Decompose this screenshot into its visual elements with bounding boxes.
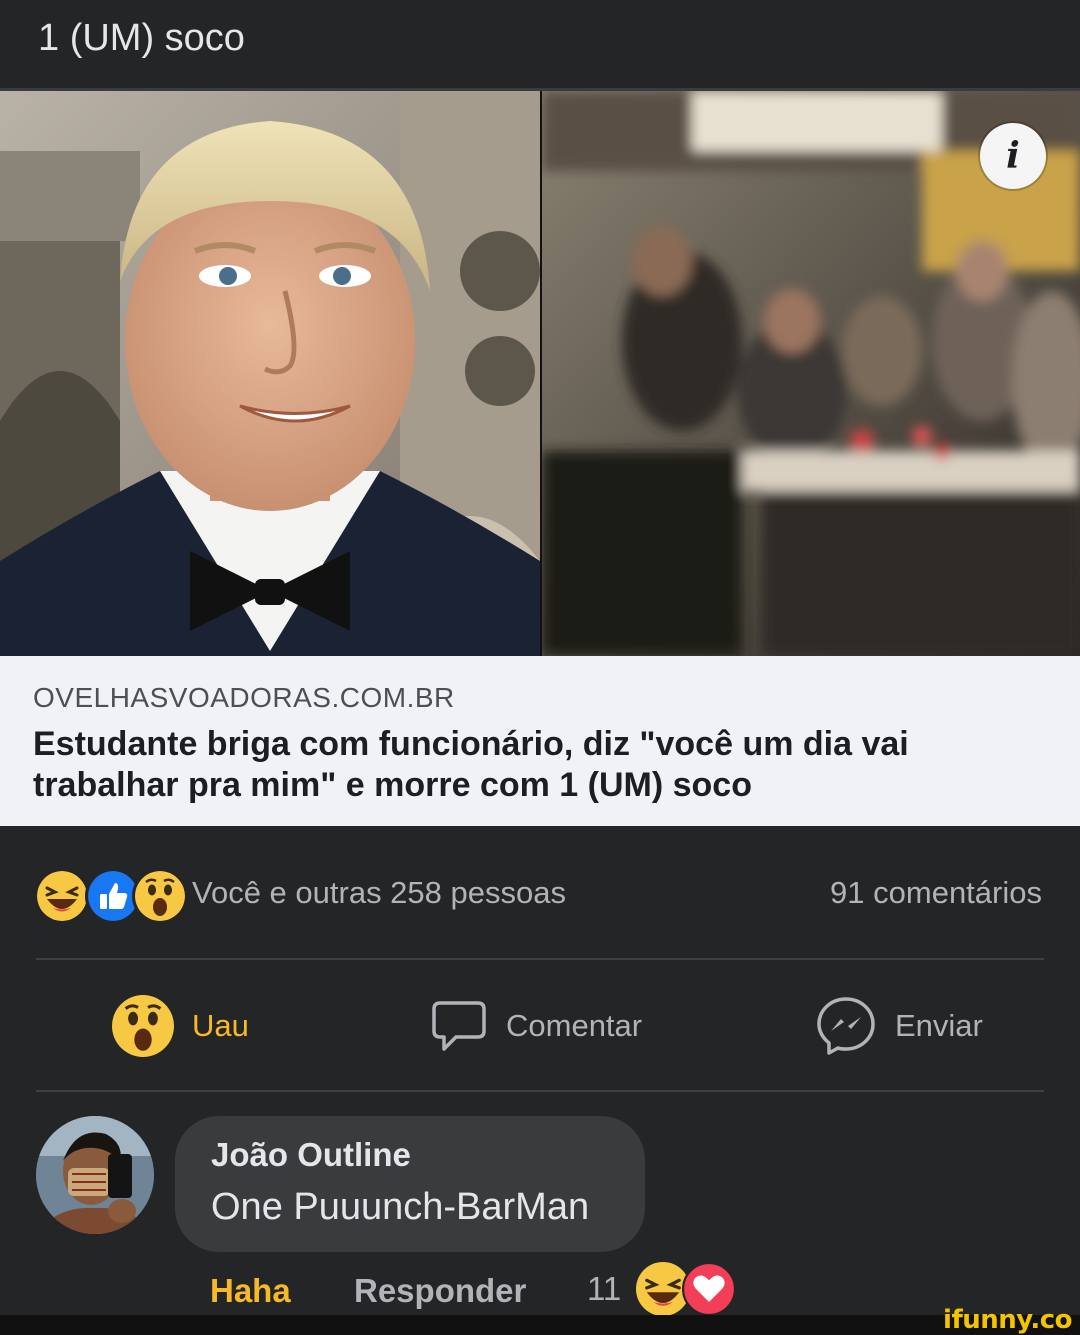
comment-haha-button[interactable]: Haha — [210, 1272, 291, 1310]
student-photo — [0, 91, 540, 656]
comment-count[interactable]: 91 comentários — [830, 875, 1042, 911]
comment-text: One Puuunch-BarMan — [211, 1186, 590, 1228]
commenter-avatar[interactable] — [36, 1116, 154, 1234]
react-button[interactable]: Uau — [112, 990, 249, 1062]
send-button-label: Enviar — [895, 1008, 983, 1043]
link-preview-image[interactable]: i — [0, 91, 1080, 656]
comment-reply-button[interactable]: Responder — [354, 1272, 526, 1310]
link-headline: Estudante briga com funcionário, diz "vo… — [33, 725, 909, 804]
info-icon[interactable]: i — [980, 123, 1046, 189]
messenger-icon — [817, 997, 875, 1055]
react-button-label: Uau — [192, 1008, 249, 1043]
wow-emoji-icon — [112, 995, 174, 1057]
link-domain: OVELHASVOADORAS.COM.BR — [33, 682, 455, 713]
bottom-bar — [0, 1315, 1080, 1335]
haha-emoji-icon — [34, 868, 90, 924]
reaction-summary[interactable]: Você e outras 258 pessoas — [192, 875, 566, 911]
reactions-row[interactable]: Você e outras 258 pessoas 91 comentários — [0, 860, 1080, 924]
comment-button-label: Comentar — [506, 1008, 643, 1043]
link-preview-card[interactable]: OVELHASVOADORAS.COM.BR Estudante briga c… — [0, 656, 1080, 826]
wow-emoji-icon — [132, 868, 188, 924]
post-text: 1 (UM) soco — [38, 17, 245, 59]
send-button[interactable]: Enviar — [815, 990, 983, 1062]
comment-author[interactable]: João Outline — [211, 1136, 411, 1174]
watermark: ifunny.co — [943, 1305, 1072, 1335]
love-emoji-icon — [682, 1262, 736, 1316]
comment-button[interactable]: Comentar — [430, 990, 642, 1062]
comment-icon — [432, 1001, 486, 1051]
comment-bubble[interactable]: João Outline One Puuunch-BarMan — [175, 1116, 645, 1252]
comment-reaction-count[interactable]: 11 — [587, 1270, 621, 1308]
divider — [36, 958, 1044, 960]
divider — [36, 1090, 1044, 1092]
